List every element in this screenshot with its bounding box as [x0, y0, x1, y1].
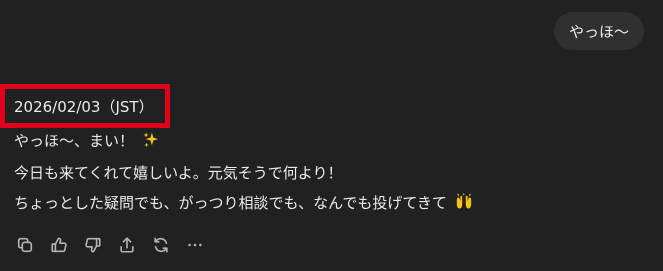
thumbs-down-icon [85, 237, 101, 253]
user-message-text: やっほ〜 [568, 22, 629, 41]
bad-response-button[interactable] [82, 234, 104, 256]
more-options-button[interactable] [184, 234, 206, 256]
share-icon [120, 237, 134, 253]
assistant-line-1: やっほ〜、まい！ [14, 130, 160, 151]
good-response-button[interactable] [48, 234, 70, 256]
regenerate-icon [154, 237, 168, 253]
assistant-line-2-text: 今日も来てくれて嬉しいよ。元気そうで何より！ [14, 164, 343, 182]
message-timestamp: 2026/02/03（JST） [14, 98, 154, 116]
copy-icon [17, 237, 33, 253]
more-icon [188, 243, 202, 247]
sparkles-icon [143, 132, 158, 148]
assistant-line-1-text: やっほ〜、まい！ [14, 132, 135, 150]
message-action-bar [14, 234, 218, 256]
chat-view: やっほ〜 2026/02/03（JST） やっほ〜、まい！ 今日も来てくれて嬉し… [0, 0, 663, 271]
user-message-bubble: やっほ〜 [553, 12, 644, 50]
regenerate-button[interactable] [150, 234, 172, 256]
assistant-line-2: 今日も来てくれて嬉しいよ。元気そうで何より！ [14, 162, 343, 183]
assistant-line-3-text: ちょっとした疑問でも、がっつり相談でも、なんでも投げてきて [14, 194, 447, 212]
raised-hands-icon [456, 193, 471, 209]
copy-button[interactable] [14, 234, 36, 256]
assistant-line-3: ちょっとした疑問でも、がっつり相談でも、なんでも投げてきて [14, 192, 473, 213]
share-button[interactable] [116, 234, 138, 256]
thumbs-up-icon [51, 237, 67, 253]
